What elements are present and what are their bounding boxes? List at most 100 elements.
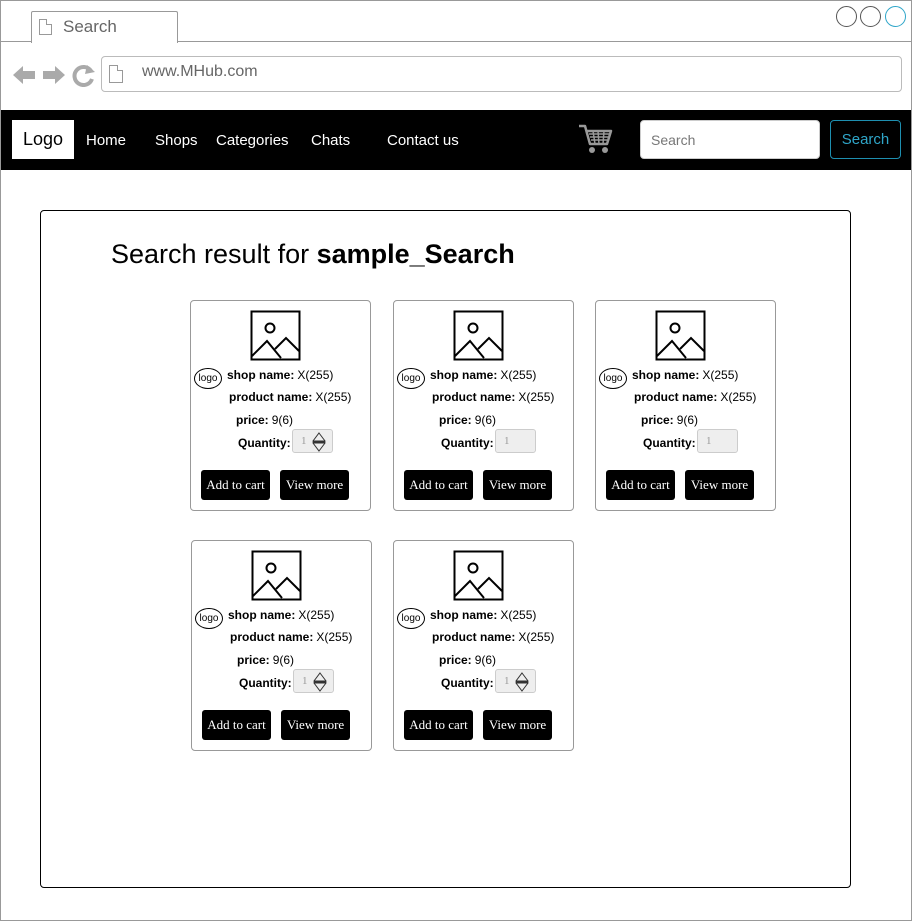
price-label: price: [237, 653, 270, 667]
price-label: price: [236, 413, 269, 427]
quantity-value: 1 [302, 675, 308, 687]
price-value: 9(6) [474, 413, 497, 427]
page-title: Search result for sample_Search [111, 239, 515, 270]
shop-name-value: X(255) [500, 368, 537, 382]
shop-name-row: shop name: X(255) [632, 368, 738, 382]
product-name-value: X(255) [315, 390, 352, 404]
quantity-label: Quantity: [238, 436, 291, 450]
price-value: 9(6) [676, 413, 699, 427]
add-to-cart-button[interactable]: Add to cart [201, 470, 270, 500]
quantity-row: Quantity: [441, 436, 497, 450]
nav-link-categories[interactable]: Categories [216, 132, 289, 149]
view-more-button[interactable]: View more [483, 710, 552, 740]
price-value: 9(6) [474, 653, 497, 667]
product-name-row: product name: X(255) [634, 390, 756, 404]
nav-link-contact-us[interactable]: Contact us [387, 132, 459, 149]
image-placeholder-icon [250, 310, 301, 361]
quantity-value: 1 [706, 435, 712, 447]
reload-icon[interactable] [72, 65, 95, 87]
add-to-cart-button[interactable]: Add to cart [606, 470, 675, 500]
quantity-value: 1 [504, 675, 510, 687]
product-name-label: product name: [432, 630, 516, 644]
quantity-row: Quantity: [441, 676, 497, 690]
price-value: 9(6) [272, 653, 295, 667]
price-row: price: 9(6) [439, 653, 496, 667]
shop-logo[interactable]: logo [195, 608, 223, 629]
price-label: price: [439, 653, 472, 667]
shop-name-label: shop name: [430, 368, 498, 382]
product-name-row: product name: X(255) [432, 390, 554, 404]
shop-name-row: shop name: X(255) [228, 608, 334, 622]
address-bar[interactable]: www.MHub.com [101, 56, 902, 92]
shop-name-value: X(255) [298, 608, 335, 622]
site-logo[interactable]: Logo [12, 120, 74, 159]
shop-logo[interactable]: logo [194, 368, 222, 389]
view-more-button[interactable]: View more [483, 470, 552, 500]
price-row: price: 9(6) [641, 413, 698, 427]
window-maximize-button[interactable] [860, 6, 881, 27]
shop-name-label: shop name: [227, 368, 295, 382]
product-name-label: product name: [634, 390, 718, 404]
spinner-arrows-icon[interactable] [312, 432, 326, 452]
product-card: logo shop name: X(255) product name: X(255… [190, 300, 371, 511]
quantity-row: Quantity: [238, 436, 294, 450]
shop-name-value: X(255) [297, 368, 334, 382]
product-name-row: product name: X(255) [230, 630, 352, 644]
quantity-label: Quantity: [239, 676, 292, 690]
product-name-value: X(255) [518, 390, 555, 404]
spinner-arrows-icon[interactable] [515, 672, 529, 692]
window-minimize-button[interactable] [836, 6, 857, 27]
product-card: logo shop name: X(255) product name: X(255… [393, 540, 574, 751]
product-name-label: product name: [432, 390, 516, 404]
product-name-label: product name: [229, 390, 313, 404]
shop-logo[interactable]: logo [397, 368, 425, 389]
document-icon [39, 19, 52, 35]
quantity-label: Quantity: [441, 676, 494, 690]
product-card: logo shop name: X(255) product name: X(255… [393, 300, 574, 511]
image-placeholder-icon [655, 310, 706, 361]
image-placeholder-icon [453, 550, 504, 601]
product-name-row: product name: X(255) [432, 630, 554, 644]
quantity-label: Quantity: [441, 436, 494, 450]
back-arrow-icon[interactable] [13, 66, 35, 84]
quantity-stepper[interactable]: 1 [495, 669, 536, 693]
product-name-value: X(255) [518, 630, 555, 644]
nav-link-home[interactable]: Home [86, 132, 126, 149]
shop-logo[interactable]: logo [397, 608, 425, 629]
image-placeholder-icon [453, 310, 504, 361]
search-query: sample_Search [316, 239, 515, 269]
view-more-button[interactable]: View more [280, 470, 349, 500]
nav-link-chats[interactable]: Chats [311, 132, 350, 149]
view-more-button[interactable]: View more [281, 710, 350, 740]
document-icon [109, 65, 123, 83]
shop-logo[interactable]: logo [599, 368, 627, 389]
product-card: logo shop name: X(255) product name: X(255… [595, 300, 776, 511]
price-row: price: 9(6) [439, 413, 496, 427]
browser-tab[interactable]: Search [31, 11, 178, 43]
nav-link-shops[interactable]: Shops [155, 132, 198, 149]
quantity-value: 1 [301, 435, 307, 447]
browser-nav-controls [13, 65, 95, 87]
add-to-cart-button[interactable]: Add to cart [202, 710, 271, 740]
spinner-arrows-icon[interactable] [313, 672, 327, 692]
quantity-value: 1 [504, 435, 510, 447]
shop-name-label: shop name: [632, 368, 700, 382]
window-close-button[interactable] [885, 6, 906, 27]
cart-icon[interactable] [577, 122, 613, 156]
shop-name-label: shop name: [430, 608, 498, 622]
search-button[interactable]: Search [830, 120, 901, 159]
quantity-label: Quantity: [643, 436, 696, 450]
view-more-button[interactable]: View more [685, 470, 754, 500]
forward-arrow-icon[interactable] [43, 66, 65, 84]
price-label: price: [641, 413, 674, 427]
quantity-stepper[interactable]: 1 [292, 429, 333, 453]
quantity-stepper[interactable]: 1 [293, 669, 334, 693]
add-to-cart-button[interactable]: Add to cart [404, 710, 473, 740]
quantity-row: Quantity: [239, 676, 295, 690]
quantity-stepper[interactable]: 1 [495, 429, 536, 453]
site-navbar: Logo Home Shops Categories Chats Contact… [1, 110, 911, 170]
product-name-value: X(255) [720, 390, 757, 404]
add-to-cart-button[interactable]: Add to cart [404, 470, 473, 500]
quantity-stepper[interactable]: 1 [697, 429, 738, 453]
search-input[interactable] [640, 120, 820, 159]
